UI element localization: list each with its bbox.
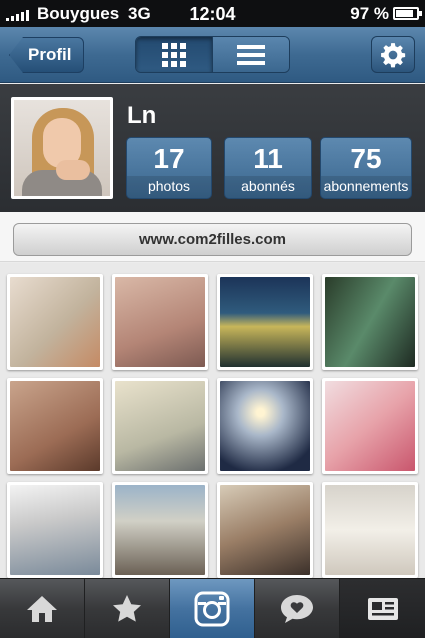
avatar[interactable] (11, 97, 113, 199)
tab-popular[interactable] (85, 579, 170, 638)
battery-percent: 97 % (350, 4, 389, 23)
stat-label: abonnés (225, 176, 311, 198)
photo-thumbnail[interactable] (7, 378, 103, 474)
stat-photos[interactable]: 17 photos (126, 137, 212, 199)
photo-thumbnail[interactable] (217, 274, 313, 370)
website-link[interactable]: www.com2filles.com (13, 223, 412, 256)
star-icon (113, 595, 141, 622)
photo-thumbnail[interactable] (112, 482, 208, 578)
profile-header: Ln 17 photos 11 abonnés 75 abonnements (0, 84, 425, 212)
photo-thumbnail[interactable] (7, 274, 103, 370)
settings-button[interactable] (371, 36, 415, 73)
list-icon (237, 44, 265, 65)
photo-grid (0, 263, 425, 578)
comment-heart-icon (281, 595, 313, 623)
stat-value: 75 (350, 143, 382, 174)
stat-followers[interactable]: 11 abonnés (224, 137, 312, 199)
nav-bar: Profil (0, 27, 425, 83)
list-view-button[interactable] (212, 37, 289, 72)
camera-icon (194, 591, 230, 627)
news-icon (367, 598, 398, 620)
tab-bar (0, 578, 425, 638)
home-icon (27, 596, 57, 622)
stat-value: 11 (253, 143, 283, 174)
photo-thumbnail[interactable] (7, 482, 103, 578)
grid-view-button[interactable] (136, 37, 212, 72)
username: Ln (127, 102, 157, 129)
photo-thumbnail[interactable] (322, 378, 418, 474)
stat-value: 17 (153, 143, 185, 174)
photo-thumbnail[interactable] (322, 274, 418, 370)
photo-thumbnail[interactable] (112, 378, 208, 474)
stat-following[interactable]: 75 abonnements (320, 137, 412, 199)
grid-icon (162, 42, 186, 67)
tab-activity[interactable] (255, 579, 340, 638)
view-mode-switch (135, 36, 290, 73)
status-bar: Bouygues 3G 12:04 97 % (0, 0, 425, 27)
stat-label: abonnements (321, 176, 411, 198)
battery-icon (393, 7, 422, 20)
photo-thumbnail[interactable] (217, 482, 313, 578)
tab-camera[interactable] (170, 579, 255, 638)
tab-home[interactable] (0, 579, 85, 638)
photo-thumbnail[interactable] (217, 378, 313, 474)
stat-label: photos (127, 176, 211, 198)
website-section: www.com2filles.com (0, 212, 425, 262)
gear-icon (381, 42, 406, 67)
back-button[interactable]: Profil (9, 37, 85, 73)
photo-thumbnail[interactable] (112, 274, 208, 370)
tab-news[interactable] (340, 579, 425, 638)
photo-thumbnail[interactable] (322, 482, 418, 578)
